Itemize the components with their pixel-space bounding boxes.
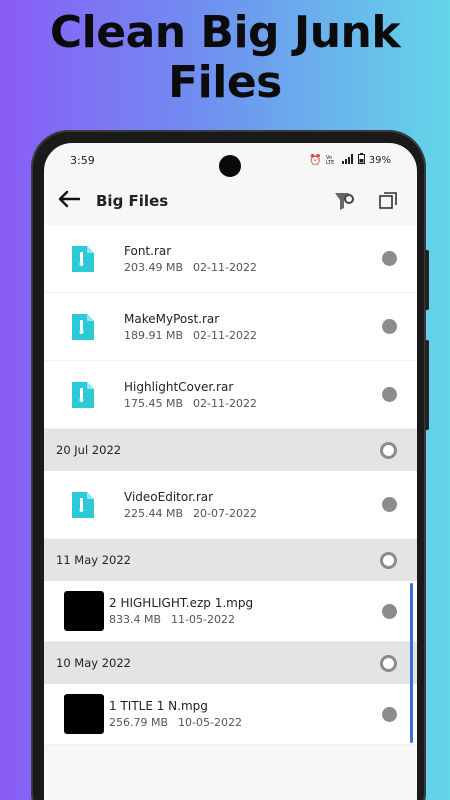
file-name: 1 TITLE 1 N.mpg [109,699,208,713]
select-radio[interactable] [382,319,397,334]
file-name: VideoEditor.rar [124,489,214,504]
section-select-radio[interactable] [380,551,397,569]
zip-icon [64,308,102,346]
date-section-header: 10 May 2022 [44,642,417,684]
list-item[interactable]: MakeMyPost.rar 189.91 MB 02-11-2022 [44,293,417,361]
list-item[interactable]: HighlightCover.rar 175.45 MB 02-11-2022 [44,361,417,429]
phone-screen: 3:59 ⏰ Vo LTE 39% Big Files Font.rar 203… [44,143,417,800]
select-radio[interactable] [382,387,397,402]
select-all-icon[interactable] [373,186,403,216]
select-radio[interactable] [382,497,397,512]
volume-button [425,250,429,310]
date-section-header: 11 May 2022 [44,539,417,581]
section-date: 11 May 2022 [56,553,131,567]
select-radio[interactable] [382,251,397,266]
app-bar: Big Files [44,177,417,225]
file-size: 833.4 MB [109,613,162,626]
status-time: 3:59 [70,153,95,167]
section-select-radio[interactable] [380,441,397,459]
video-thumbnail [64,694,104,734]
file-size: 175.45 MB [124,396,184,410]
list-item[interactable]: VideoEditor.rar 225.44 MB 20-07-2022 [44,471,417,539]
file-name: HighlightCover.rar [124,379,234,394]
list-item[interactable]: 2 HIGHLIGHT.ezp 1.mpg 833.4 MB 11-05-2022 [44,581,417,642]
file-name: 2 HIGHLIGHT.ezp 1.mpg [109,596,254,610]
zip-icon [64,240,102,278]
battery-icon [357,153,365,167]
alarm-icon: ⏰ [309,154,322,166]
file-size: 189.91 MB [124,328,184,342]
file-date: 02-11-2022 [193,396,257,410]
file-size: 256.79 MB [109,716,169,729]
filter-icon[interactable] [329,186,359,216]
file-date: 02-11-2022 [193,328,257,342]
zip-icon [64,486,102,524]
file-date: 11-05-2022 [171,613,235,626]
back-arrow-icon[interactable] [58,190,96,213]
file-name: Font.rar [124,243,172,258]
svg-text:LTE: LTE [326,160,334,164]
headline: Clean Big Junk Files [49,7,401,108]
file-size: 225.44 MB [124,506,184,520]
section-select-radio[interactable] [380,654,397,672]
file-date: 02-11-2022 [193,260,257,274]
front-camera [219,155,241,177]
page-title: Big Files [96,192,169,210]
list-item[interactable]: 1 TITLE 1 N.mpg 256.79 MB 10-05-2022 [44,684,417,745]
battery-percent: 39% [368,154,391,166]
file-date: 20-07-2022 [193,506,257,520]
zip-icon [64,376,102,414]
date-section-header: 20 Jul 2022 [44,429,417,471]
file-date: 10-05-2022 [178,716,242,729]
scrollbar[interactable] [410,583,413,743]
section-date: 10 May 2022 [56,656,131,670]
list-item[interactable]: Font.rar 203.49 MB 02-11-2022 [44,225,417,293]
power-button [425,340,429,430]
section-date: 20 Jul 2022 [56,443,122,457]
signal-icon [341,153,354,167]
select-radio[interactable] [382,706,397,722]
video-thumbnail [64,591,104,631]
wifi-icon: Vo LTE [326,154,338,167]
select-radio[interactable] [382,603,397,619]
file-size: 203.49 MB [124,260,184,274]
big-files-list: Font.rar 203.49 MB 02-11-2022 MakeMyPost.… [44,225,417,745]
file-name: MakeMyPost.rar [124,311,220,326]
